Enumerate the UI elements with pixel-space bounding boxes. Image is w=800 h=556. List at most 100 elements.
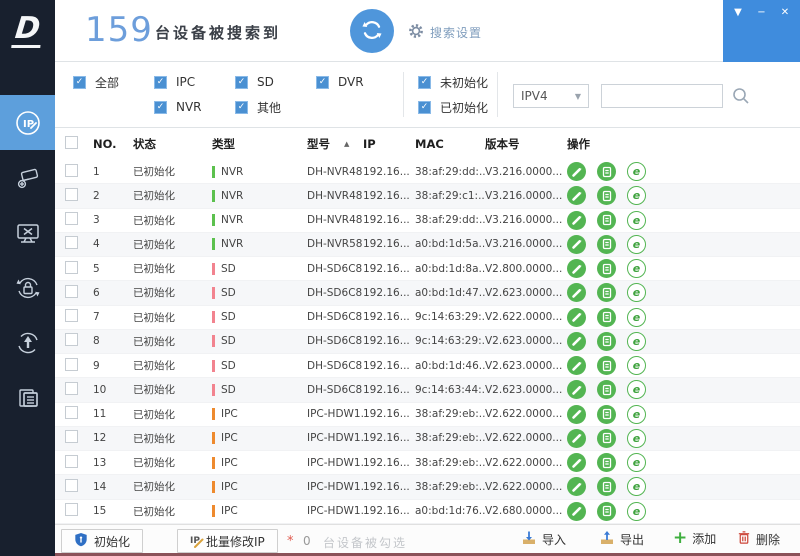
browser-icon[interactable]: e [627, 502, 646, 521]
edit-icon[interactable] [567, 186, 586, 205]
table-row[interactable]: 4 已初始化 NVR DH-NVR58... 192.16... a0:bd:1… [55, 233, 800, 257]
table-row[interactable]: 5 已初始化 SD DH-SD6C8... 192.16... a0:bd:1d… [55, 257, 800, 281]
table-row[interactable]: 11 已初始化 IPC IPC-HDW1... 192.16... 38:af:… [55, 403, 800, 427]
sidebar-item-password-reset[interactable] [0, 260, 55, 315]
details-icon[interactable] [597, 259, 616, 278]
browser-icon[interactable]: e [627, 429, 646, 448]
details-icon[interactable] [597, 162, 616, 181]
browser-icon[interactable]: e [627, 477, 646, 496]
col-version[interactable]: 版本号 [485, 136, 563, 152]
sidebar-item-log[interactable] [0, 370, 55, 425]
details-icon[interactable] [597, 453, 616, 472]
row-checkbox[interactable] [65, 503, 78, 516]
edit-icon[interactable] [567, 477, 586, 496]
col-type[interactable]: 类型 [210, 136, 307, 152]
export-button[interactable]: 导出 [599, 530, 644, 549]
table-row[interactable]: 12 已初始化 IPC IPC-HDW1... 192.16... 38:af:… [55, 427, 800, 451]
search-input[interactable] [601, 84, 723, 108]
checkbox-icon[interactable]: ✓ [154, 101, 167, 114]
edit-icon[interactable] [567, 380, 586, 399]
edit-icon[interactable] [567, 259, 586, 278]
details-icon[interactable] [597, 380, 616, 399]
browser-icon[interactable]: e [627, 405, 646, 424]
sort-asc-icon[interactable]: ▲ [344, 140, 349, 148]
edit-icon[interactable] [567, 211, 586, 230]
row-checkbox[interactable] [65, 382, 78, 395]
browser-icon[interactable]: e [627, 283, 646, 302]
details-icon[interactable] [597, 186, 616, 205]
row-checkbox[interactable] [65, 261, 78, 274]
row-checkbox[interactable] [65, 358, 78, 371]
table-row[interactable]: 8 已初始化 SD DH-SD6C8... 192.16... 9c:14:63… [55, 330, 800, 354]
sidebar-item-system-settings[interactable] [0, 205, 55, 260]
row-checkbox[interactable] [65, 212, 78, 225]
browser-icon[interactable]: e [627, 308, 646, 327]
row-checkbox[interactable] [65, 188, 78, 201]
details-icon[interactable] [597, 332, 616, 351]
table-row[interactable]: 14 已初始化 IPC IPC-HDW1... 192.16... 38:af:… [55, 475, 800, 499]
refresh-button[interactable] [350, 9, 394, 53]
edit-icon[interactable] [567, 405, 586, 424]
col-mac[interactable]: MAC [415, 137, 485, 151]
details-icon[interactable] [597, 502, 616, 521]
table-row[interactable]: 9 已初始化 SD DH-SD6C8... 192.16... a0:bd:1d… [55, 354, 800, 378]
edit-icon[interactable] [567, 332, 586, 351]
details-icon[interactable] [597, 405, 616, 424]
table-row[interactable]: 10 已初始化 SD DH-SD6C8... 192.16... 9c:14:6… [55, 378, 800, 402]
checkbox-icon[interactable]: ✓ [73, 76, 86, 89]
edit-icon[interactable] [567, 235, 586, 254]
skin-button[interactable]: ▼ [731, 6, 745, 20]
details-icon[interactable] [597, 429, 616, 448]
table-row[interactable]: 6 已初始化 SD DH-SD6C8... 192.16... a0:bd:1d… [55, 281, 800, 305]
checkbox-icon[interactable]: ✓ [235, 101, 248, 114]
sidebar-item-modify-ip[interactable]: IP [0, 95, 55, 150]
initialize-button[interactable]: 初始化 [61, 529, 143, 553]
batch-modify-ip-button[interactable]: IP 批量修改IP [177, 529, 278, 553]
checkbox-icon[interactable]: ✓ [418, 101, 431, 114]
browser-icon[interactable]: e [627, 235, 646, 254]
details-icon[interactable] [597, 308, 616, 327]
filter-option[interactable]: ✓IPC [154, 73, 235, 91]
col-ip[interactable]: IP [363, 137, 415, 151]
edit-icon[interactable] [567, 453, 586, 472]
browser-icon[interactable]: e [627, 211, 646, 230]
filter-option[interactable]: ✓DVR [316, 73, 397, 91]
col-no[interactable]: NO. [83, 137, 123, 151]
search-icon[interactable] [731, 86, 751, 109]
checkbox-icon[interactable]: ✓ [235, 76, 248, 89]
close-button[interactable]: ✕ [778, 6, 792, 20]
checkbox-icon[interactable]: ✓ [316, 76, 329, 89]
row-checkbox[interactable] [65, 479, 78, 492]
browser-icon[interactable]: e [627, 259, 646, 278]
table-row[interactable]: 13 已初始化 IPC IPC-HDW1... 192.16... 38:af:… [55, 451, 800, 475]
row-checkbox[interactable] [65, 236, 78, 249]
row-checkbox[interactable] [65, 164, 78, 177]
table-row[interactable]: 7 已初始化 SD DH-SD6C8... 192.16... 9c:14:63… [55, 306, 800, 330]
details-icon[interactable] [597, 211, 616, 230]
row-checkbox[interactable] [65, 430, 78, 443]
checkbox-icon[interactable]: ✓ [154, 76, 167, 89]
row-checkbox[interactable] [65, 455, 78, 468]
details-icon[interactable] [597, 235, 616, 254]
edit-icon[interactable] [567, 308, 586, 327]
row-checkbox[interactable] [65, 285, 78, 298]
edit-icon[interactable] [567, 429, 586, 448]
table-row[interactable]: 15 已初始化 IPC IPC-HDW1... 192.16... a0:bd:… [55, 500, 800, 524]
table-row[interactable]: 3 已初始化 NVR DH-NVR48... 192.16... 38:af:2… [55, 209, 800, 233]
browser-icon[interactable]: e [627, 162, 646, 181]
filter-option[interactable]: ✓其他 [235, 98, 316, 116]
col-model[interactable]: 型号 ▲ [307, 136, 363, 152]
details-icon[interactable] [597, 477, 616, 496]
add-button[interactable]: + 添加 [673, 530, 716, 547]
search-settings-button[interactable]: 搜索设置 [407, 22, 482, 43]
row-checkbox[interactable] [65, 309, 78, 322]
minimize-button[interactable]: − [755, 6, 769, 20]
edit-icon[interactable] [567, 502, 586, 521]
delete-button[interactable]: 删除 [737, 530, 780, 548]
import-button[interactable]: 导入 [521, 530, 566, 549]
edit-icon[interactable] [567, 162, 586, 181]
browser-icon[interactable]: e [627, 186, 646, 205]
browser-icon[interactable]: e [627, 380, 646, 399]
details-icon[interactable] [597, 283, 616, 302]
browser-icon[interactable]: e [627, 453, 646, 472]
